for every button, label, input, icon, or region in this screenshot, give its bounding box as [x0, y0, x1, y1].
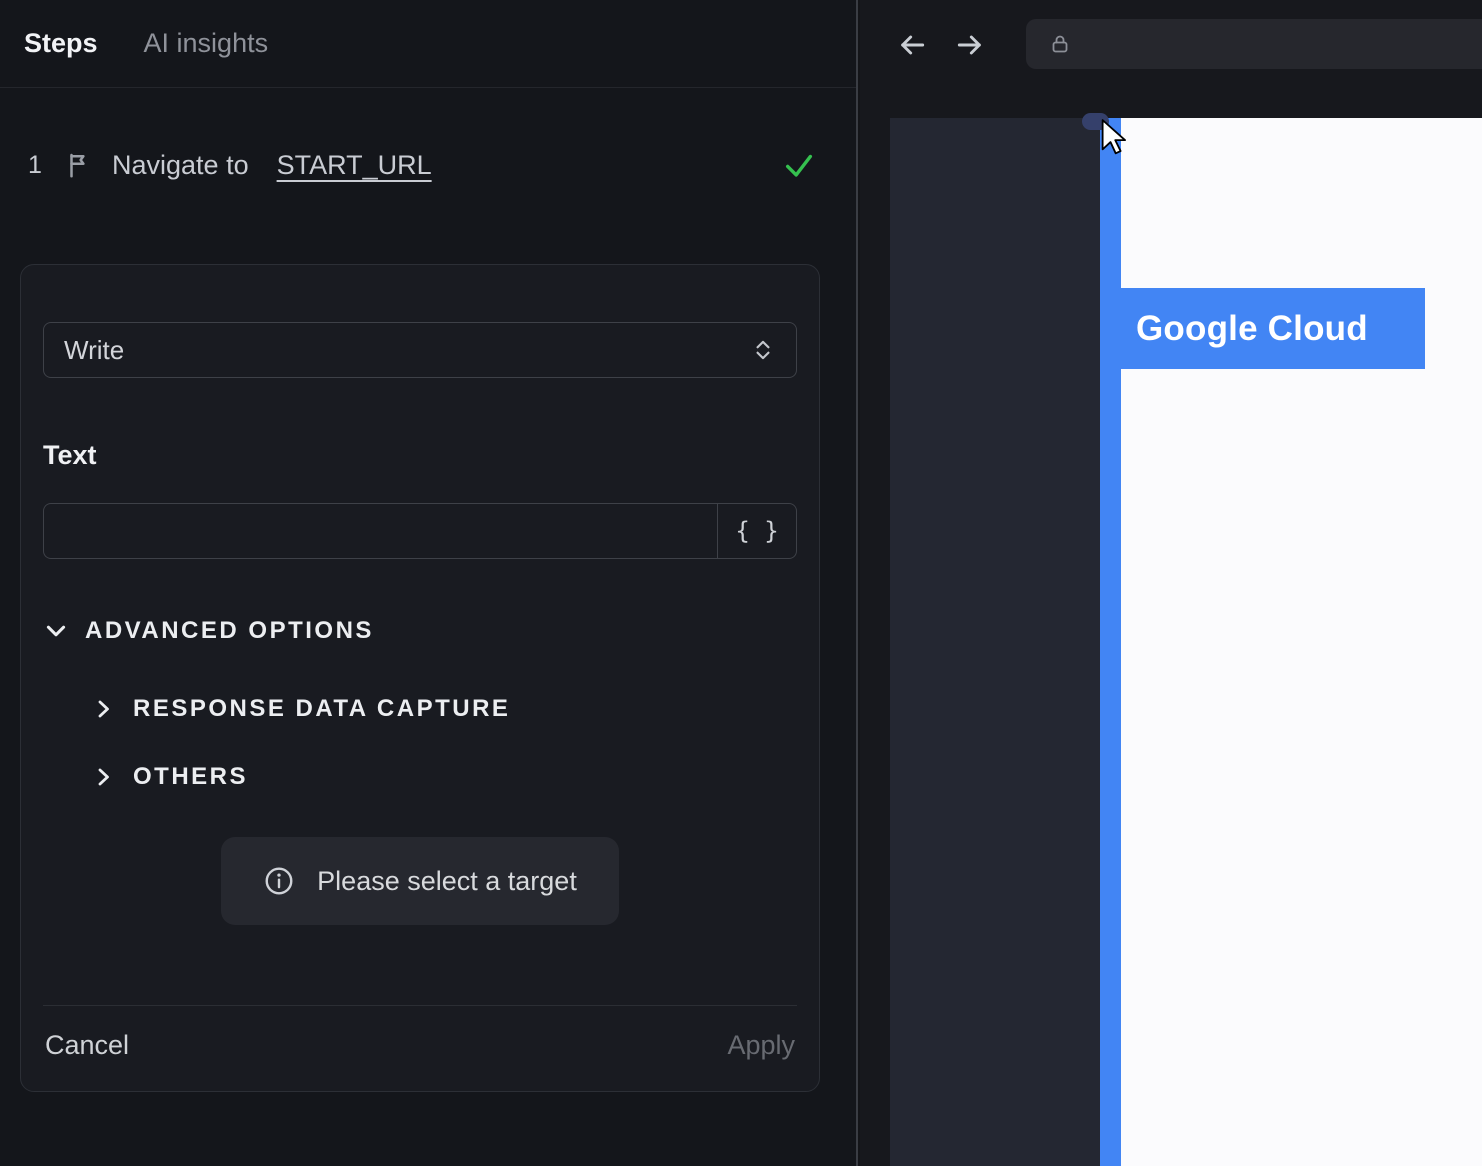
lock-icon	[1048, 32, 1072, 56]
browser-viewport: Google Cloud	[890, 113, 1482, 1166]
step-item[interactable]: 1 Navigate to START_URL	[24, 143, 816, 187]
braces-icon: { }	[735, 517, 779, 545]
back-button[interactable]	[896, 29, 928, 61]
left-topbar: Steps AI insights	[0, 0, 856, 88]
footer-divider	[43, 1005, 797, 1006]
step-label: Navigate to	[112, 149, 249, 180]
selection-handle	[1082, 113, 1109, 130]
step-number: 1	[28, 150, 42, 179]
apply-button[interactable]: Apply	[727, 1030, 795, 1061]
response-data-capture-toggle[interactable]: RESPONSE DATA CAPTURE	[91, 695, 797, 723]
chevron-down-icon	[43, 618, 69, 644]
text-input-row: { }	[43, 503, 797, 559]
text-input[interactable]	[43, 503, 717, 559]
chevron-right-icon	[91, 765, 115, 789]
forward-button[interactable]	[954, 29, 986, 61]
editor-footer: Cancel Apply	[43, 1030, 797, 1061]
step-start-url-link[interactable]: START_URL	[277, 150, 432, 181]
check-icon	[782, 148, 816, 182]
tab-ai-insights[interactable]: AI insights	[144, 28, 269, 59]
insert-variable-button[interactable]: { }	[717, 503, 797, 559]
advanced-options-toggle[interactable]: ADVANCED OPTIONS	[43, 617, 797, 645]
browser-topbar	[860, 0, 1482, 88]
browser-panel: Google Cloud	[860, 0, 1482, 1166]
advanced-options-label: ADVANCED OPTIONS	[85, 617, 374, 644]
highlighted-element-google-cloud[interactable]: Google Cloud	[1103, 288, 1425, 369]
action-type-value: Write	[64, 334, 125, 365]
others-label: OTHERS	[133, 763, 249, 790]
chevron-up-down-icon	[750, 337, 776, 363]
element-highlight-strip	[1100, 118, 1121, 1166]
url-bar[interactable]	[1026, 19, 1482, 69]
flag-icon	[64, 150, 94, 180]
select-target-hint-text: Please select a target	[317, 865, 577, 896]
response-data-capture-label: RESPONSE DATA CAPTURE	[133, 695, 511, 722]
page-background	[1100, 118, 1482, 1166]
cancel-button[interactable]: Cancel	[45, 1030, 129, 1061]
tab-steps[interactable]: Steps	[24, 28, 98, 59]
text-field-label: Text	[43, 440, 97, 470]
steps-panel: Steps AI insights 1 Navigate to START_UR…	[0, 0, 858, 1166]
others-toggle[interactable]: OTHERS	[91, 763, 797, 791]
info-icon	[263, 865, 295, 897]
chevron-right-icon	[91, 697, 115, 721]
action-type-select[interactable]: Write	[43, 322, 797, 378]
select-target-hint: Please select a target	[221, 837, 619, 925]
step-editor-card: Write Text { } ADVANCED OPTIONS RESPONSE…	[20, 264, 820, 1092]
